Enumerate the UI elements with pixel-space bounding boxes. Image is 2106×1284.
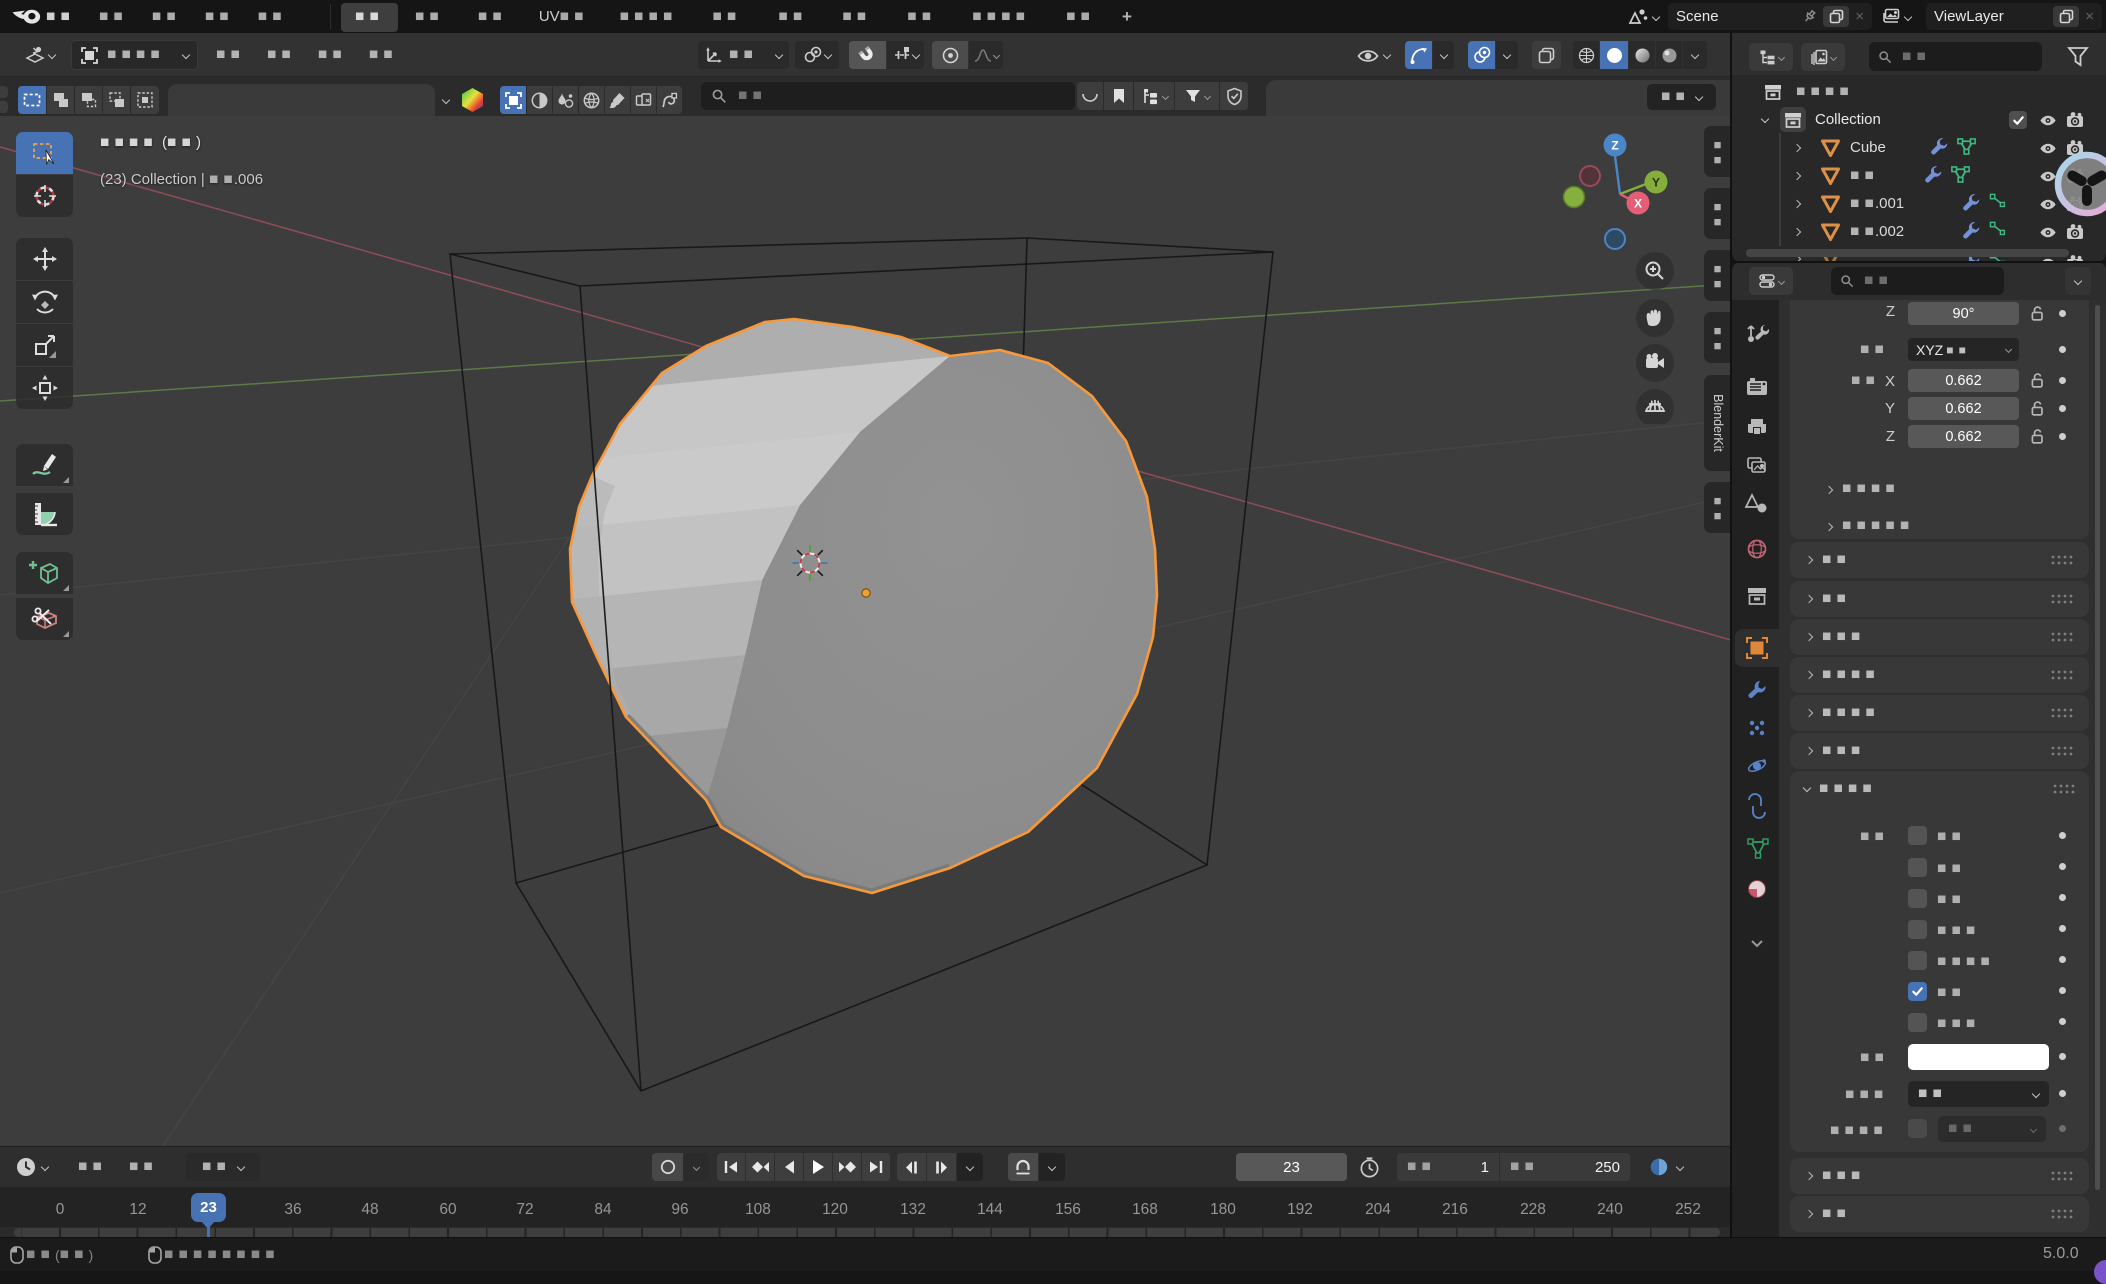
svg-text:Z: Z bbox=[1611, 139, 1618, 153]
svg-text:X: X bbox=[1634, 197, 1642, 211]
svg-text:Y: Y bbox=[1652, 176, 1660, 190]
